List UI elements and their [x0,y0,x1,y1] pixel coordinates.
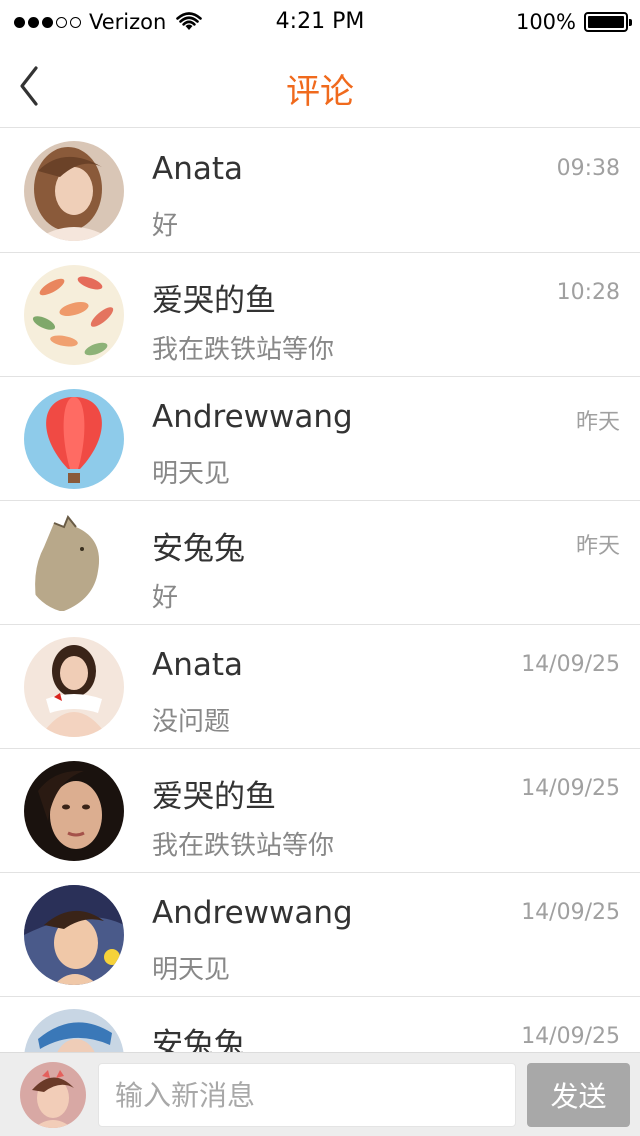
avatar[interactable] [24,513,124,613]
avatar[interactable] [24,141,124,241]
message-input[interactable] [98,1063,516,1127]
avatar[interactable] [24,265,124,365]
page-title: 评论 [286,72,354,112]
comment-row[interactable]: Anata 好 09:38 [0,129,640,253]
battery-icon [584,12,632,32]
comment-row[interactable]: 安兔兔 好 昨天 [0,501,640,625]
comment-row[interactable]: Andrewwang 明天见 14/09/25 [0,873,640,997]
comment-time: 14/09/25 [521,776,620,801]
comment-row[interactable]: Anata 没问题 14/09/25 [0,625,640,749]
avatar[interactable] [24,389,124,489]
commenter-name: 爱哭的鱼 [152,779,276,815]
message-input-bar: 发送 [0,1052,640,1136]
comment-text: 明天见 [152,955,231,985]
comment-list[interactable]: Anata 好 09:38 爱哭的鱼 我在跌铁站等你 10:28 Andreww… [0,129,640,1121]
battery-percent: 100% [515,10,576,34]
nav-bar: 评论 [0,44,640,128]
send-button[interactable]: 发送 [527,1063,630,1127]
comment-time: 昨天 [575,534,620,559]
comment-time: 14/09/25 [521,652,620,677]
comment-text: 好 [152,583,179,613]
comment-text: 没问题 [152,707,231,737]
comment-text: 我在跌铁站等你 [152,335,335,365]
avatar[interactable] [24,637,124,737]
comment-row[interactable]: 爱哭的鱼 我在跌铁站等你 14/09/25 [0,749,640,873]
comment-text: 我在跌铁站等你 [152,831,335,861]
avatar[interactable] [24,885,124,985]
comment-time: 昨天 [575,410,620,435]
comment-row[interactable]: 爱哭的鱼 我在跌铁站等你 10:28 [0,253,640,377]
comment-time: 14/09/25 [521,1024,620,1049]
comment-time: 09:38 [556,156,620,181]
comment-time: 14/09/25 [521,900,620,925]
comment-row[interactable]: Andrewwang 明天见 昨天 [0,377,640,501]
commenter-name: 安兔兔 [152,531,245,567]
status-bar: Verizon 4:21 PM 100% [0,0,640,44]
commenter-name: Andrewwang [152,895,353,931]
commenter-name: Anata [152,151,244,187]
avatar[interactable] [24,761,124,861]
commenter-name: Anata [152,647,244,683]
comment-text: 好 [152,211,179,241]
battery-status: 100% [515,8,632,36]
commenter-name: Andrewwang [152,399,353,435]
comment-text: 明天见 [152,459,231,489]
commenter-name: 爱哭的鱼 [152,283,276,319]
comment-time: 10:28 [556,280,620,305]
my-avatar[interactable] [20,1062,86,1128]
